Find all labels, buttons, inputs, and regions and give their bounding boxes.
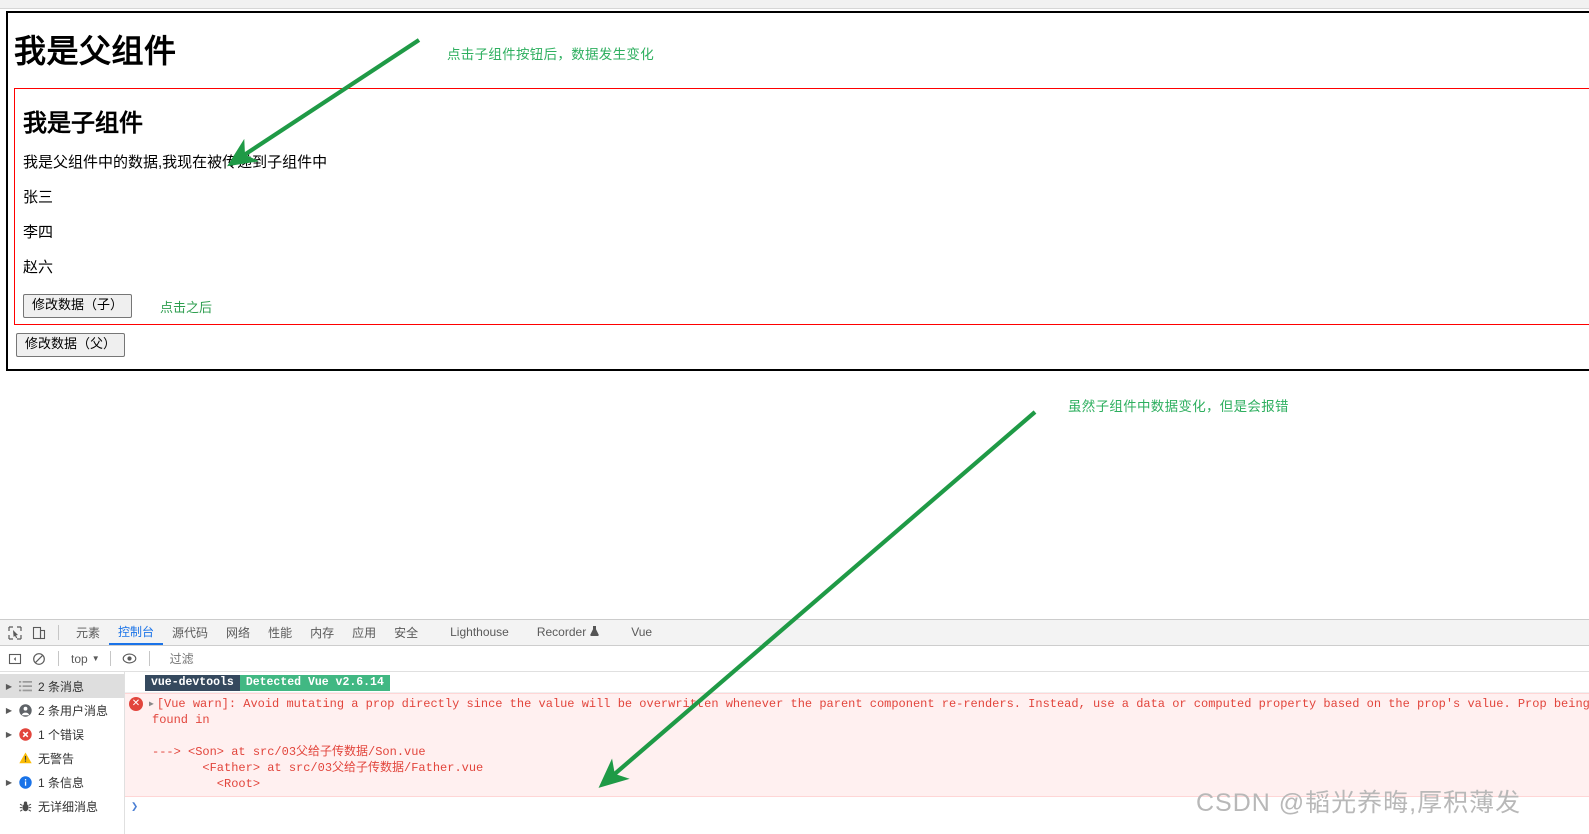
disclosure-triangle-icon[interactable]: ▶ [2,706,16,715]
error-headline: ✕ ▶ [Vue warn]: Avoid mutating a prop di… [125,696,1589,712]
tab-memory[interactable]: 内存 [301,620,343,645]
tab-console[interactable]: 控制台 [109,620,164,645]
sidebar-item-user-messages-label: 2 条用户消息 [38,703,109,718]
tab-sources[interactable]: 源代码 [163,620,217,645]
screenshot-root: 我是父组件 我是子组件 我是父组件中的数据,我现在被传递到子组件中 张三 李四 … [0,0,1589,834]
father-button-row: 修改数据（父） [8,333,1589,358]
toolbar-divider [58,625,59,640]
disclosure-triangle-icon[interactable]: ▶ [2,730,16,739]
tab-recorder[interactable]: Recorder [528,620,608,645]
vue-warn-trace-father: <Father> at src/03父给子传数据/Father.vue [152,761,484,775]
chevron-down-icon: ▼ [91,654,100,663]
sidebar-item-info-label: 1 条信息 [38,775,85,790]
list-icon [16,678,34,694]
sidebar-item-user-messages[interactable]: ▶ 2 条用户消息 [0,698,124,722]
vue-devtools-badge-left: vue-devtools [145,675,240,691]
clear-console-icon[interactable] [28,648,50,670]
son-button-row: 修改数据（子） 点击之后 [15,294,1589,319]
tab-elements[interactable]: 元素 [67,620,109,645]
sidebar-item-errors-label: 1 个错误 [38,727,85,742]
tab-recorder-label: Recorder [536,625,587,639]
tab-security[interactable]: 安全 [385,620,427,645]
vue-warn-trace-son: ---> <Son> at src/03父给子传数据/Son.vue [152,745,426,759]
son-list-item-2: 李四 [23,224,54,242]
sidebar-item-verbose[interactable]: 无详细消息 [0,794,124,818]
sidebar-item-info[interactable]: ▶ 1 条信息 [0,770,124,794]
browser-chrome-strip [0,0,1589,9]
console-message-vue-devtools[interactable]: vue-devtools Detected Vue v2.6.14 [125,672,1589,693]
tab-network[interactable]: 网络 [217,620,259,645]
tab-lighthouse[interactable]: Lighthouse [441,620,518,645]
rendered-page-area: 我是父组件 我是子组件 我是父组件中的数据,我现在被传递到子组件中 张三 李四 … [0,9,1589,619]
modify-data-father-button[interactable]: 修改数据（父） [16,333,126,358]
console-filter-input[interactable] [167,650,672,667]
son-list-item-3: 赵六 [23,259,54,277]
flask-icon [590,625,599,640]
csdn-watermark: CSDN @韬光养晦,厚积薄发 [1196,789,1522,817]
tab-vue[interactable]: Vue [622,620,661,645]
inspect-element-icon[interactable] [4,622,26,644]
prompt-chevron-icon: ❯ [131,799,139,814]
son-title: 我是子组件 [23,109,143,137]
son-list-item-1: 张三 [23,189,54,207]
user-icon [16,702,34,718]
tab-performance[interactable]: 性能 [259,620,301,645]
filterbar-divider-1 [58,651,59,666]
live-expression-eye-icon[interactable] [119,648,141,670]
sidebar-item-errors[interactable]: ▶ 1 个错误 [0,722,124,746]
son-component: 我是子组件 我是父组件中的数据,我现在被传递到子组件中 张三 李四 赵六 修改数… [14,87,1589,326]
console-sidebar-icon[interactable] [4,648,26,670]
execution-context-selector[interactable]: top ▼ [67,652,104,666]
filterbar-divider-2 [109,651,111,666]
son-info-text: 我是父组件中的数据,我现在被传递到子组件中 [23,154,328,172]
sidebar-item-warnings-label: 无警告 [38,751,75,766]
disclosure-triangle-icon[interactable]: ▶ [2,682,16,691]
verbose-bug-icon [16,798,34,814]
vue-warn-found-in: found in [152,713,210,727]
execution-context-value: top [71,651,88,666]
sidebar-item-verbose-label: 无详细消息 [38,799,99,814]
filterbar-divider-3 [148,651,150,666]
sidebar-item-warnings[interactable]: 无警告 [0,746,124,770]
click-after-annotation: 点击之后 [160,299,213,315]
error-icon [16,726,34,742]
disclosure-triangle-icon[interactable]: ▶ [149,699,154,709]
annotation-label-top: 点击子组件按钮后，数据发生变化 [447,47,654,62]
annotation-label-bottom: 虽然子组件中数据变化，但是会报错 [1068,399,1289,414]
console-sidebar: ▶ 2 条消息 ▶ 2 条用户消息 ▶ 1 个错误 无警告 ▶ 1 条信息 无详… [0,672,125,834]
sidebar-item-messages[interactable]: ▶ 2 条消息 [0,674,124,698]
disclosure-triangle-icon[interactable]: ▶ [2,778,16,787]
info-icon [16,774,34,790]
devtools-filterbar: top ▼ [0,646,1589,672]
father-title: 我是父组件 [14,33,177,69]
warning-icon [16,750,34,766]
father-component: 我是父组件 我是子组件 我是父组件中的数据,我现在被传递到子组件中 张三 李四 … [6,11,1589,372]
device-toolbar-icon[interactable] [28,622,50,644]
vue-devtools-badge-right: Detected Vue v2.6.14 [239,675,390,691]
error-icon: ✕ [129,697,143,711]
modify-data-son-button[interactable]: 修改数据（子） [23,294,133,319]
console-message-vue-warn[interactable]: ✕ ▶ [Vue warn]: Avoid mutating a prop di… [125,693,1589,797]
sidebar-item-messages-label: 2 条消息 [38,679,85,694]
tab-application[interactable]: 应用 [343,620,385,645]
devtools-tabbar: 元素 控制台 源代码 网络 性能 内存 应用 安全 Lighthouse Rec… [0,620,1589,646]
vue-warn-text: [Vue warn]: Avoid mutating a prop direct… [156,697,1589,711]
vue-warn-blank [125,728,1589,744]
